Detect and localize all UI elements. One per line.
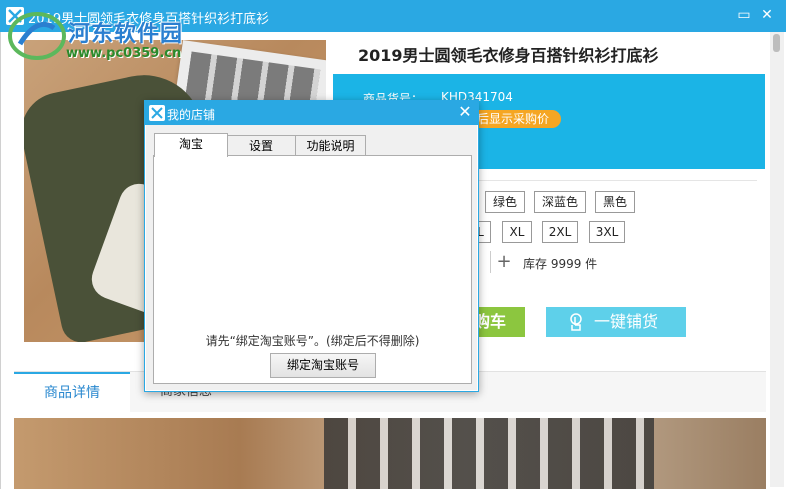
dialog-logo-icon [149, 105, 165, 121]
detail-magazine-shape [324, 418, 654, 489]
color-option-green[interactable]: 绿色 [485, 191, 525, 213]
bind-hint-text: 请先“绑定淘宝账号”。(绑定后不得删除) [205, 334, 420, 348]
size-option-xl[interactable]: XL [502, 221, 532, 243]
tab-product-detail[interactable]: 商品详情 [14, 372, 130, 414]
close-icon[interactable]: ✕ [758, 6, 776, 24]
taobao-tab-panel: 请先“绑定淘宝账号”。(绑定后不得删除) 绑定淘宝账号 [153, 155, 472, 384]
vertical-scrollbar[interactable] [770, 32, 784, 487]
tab-feature-description[interactable]: 功能说明 [295, 135, 366, 156]
tab-settings[interactable]: 设置 [226, 135, 296, 156]
one-click-list-label: 一键铺货 [594, 312, 659, 331]
tab-taobao[interactable]: 淘宝 [154, 133, 228, 157]
divider [465, 180, 757, 181]
color-option-navy[interactable]: 深蓝色 [534, 191, 586, 213]
maximize-icon[interactable]: ▭ [735, 6, 753, 24]
one-click-list-button[interactable]: 一键铺货 [546, 307, 686, 337]
size-option-2xl[interactable]: 2XL [542, 221, 578, 243]
watermark-logo-icon [8, 12, 66, 60]
scrollbar-thumb[interactable] [773, 34, 780, 52]
dialog-close-icon[interactable]: ✕ [455, 102, 475, 122]
dialog-body: 淘宝 设置 功能说明 请先“绑定淘宝账号”。(绑定后不得删除) 绑定淘宝账号 [146, 125, 477, 390]
watermark-site-name: 河东软件园 [68, 22, 184, 47]
window-border [0, 32, 1, 489]
color-option-black[interactable]: 黑色 [595, 191, 635, 213]
detail-image [14, 418, 766, 489]
watermark-url: www.pc0359.cn [66, 46, 182, 61]
price-badge[interactable]: 后显示采购价 [465, 110, 562, 128]
watermark: 河东软件园 www.pc0359.cn [4, 2, 244, 70]
quantity-increase-button[interactable]: + [490, 251, 517, 273]
my-shop-dialog: 我的店铺 ✕ 淘宝 设置 功能说明 请先“绑定淘宝账号”。(绑定后不得删除) 绑… [144, 100, 479, 392]
dialog-title-bar[interactable]: 我的店铺 ✕ [145, 101, 478, 125]
stock-count: 库存 9999 件 [523, 257, 598, 271]
size-option-3xl[interactable]: 3XL [589, 221, 625, 243]
dialog-title: 我的店铺 [167, 108, 216, 122]
product-title: 2019男士圆领毛衣修身百搭针织衫打底衫 [358, 46, 659, 65]
hand-pointer-icon [570, 313, 582, 331]
bind-taobao-account-button[interactable]: 绑定淘宝账号 [270, 353, 376, 378]
